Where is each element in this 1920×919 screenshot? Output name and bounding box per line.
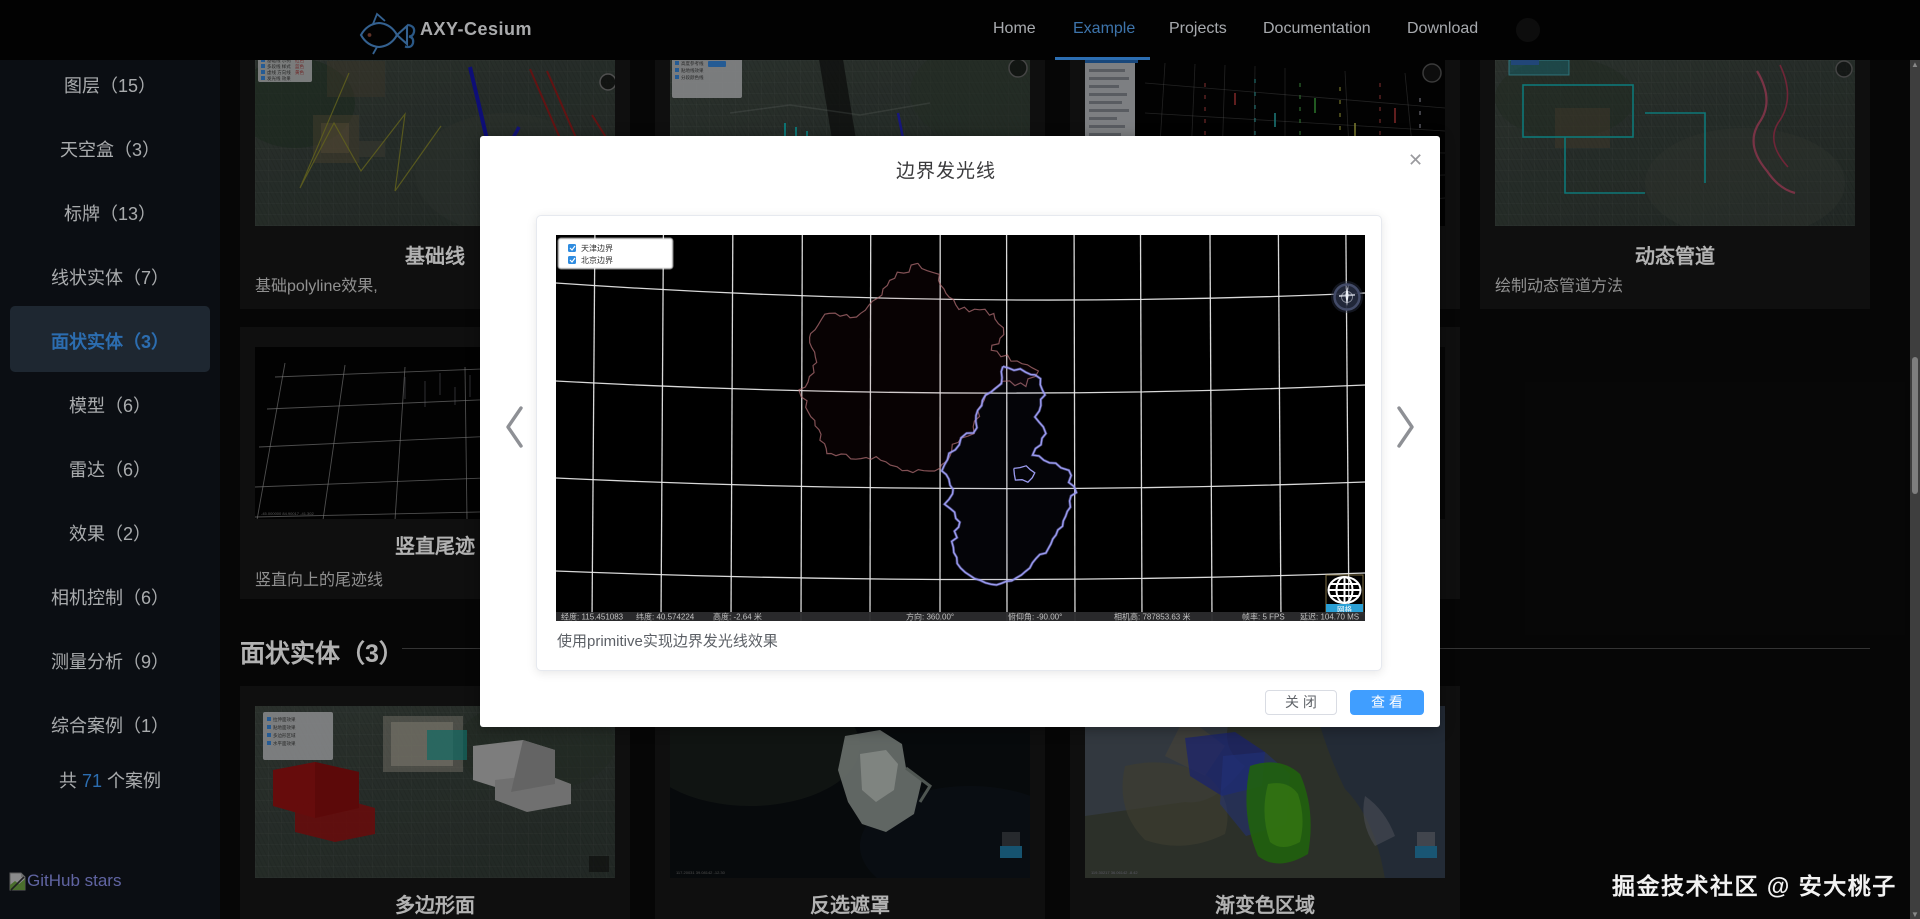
svg-text:高度: -2.64 米: 高度: -2.64 米 [713,612,762,622]
svg-text:相机高: 787853.63 米: 相机高: 787853.63 米 [1114,612,1190,622]
svg-text:方向: 360.00°: 方向: 360.00° [906,612,954,622]
svg-text:北京边界: 北京边界 [581,255,613,265]
svg-text:俯仰角: -90.00°: 俯仰角: -90.00° [1008,612,1062,622]
svg-text:天津边界: 天津边界 [581,243,613,253]
svg-text:经度: 115.451083: 经度: 115.451083 [561,612,624,622]
svg-text:延迟: 104.70 MS: 延迟: 104.70 MS [1300,612,1359,622]
svg-text:纬度: 40.574224: 纬度: 40.574224 [636,612,695,622]
svg-text:帧率: 5 FPS: 帧率: 5 FPS [1242,612,1285,622]
